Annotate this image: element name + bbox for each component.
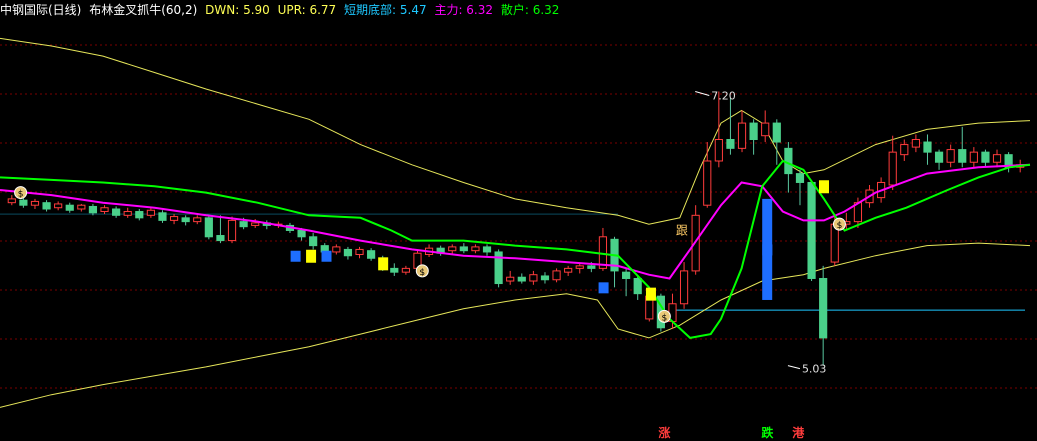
- candle[interactable]: [888, 151, 897, 186]
- candle[interactable]: [482, 246, 492, 253]
- candle[interactable]: [517, 276, 526, 282]
- candle[interactable]: [227, 219, 237, 242]
- signal-bar-blue: [762, 198, 773, 300]
- candle[interactable]: [900, 144, 909, 156]
- candle[interactable]: [7, 198, 16, 204]
- candle[interactable]: [54, 203, 63, 209]
- signal-block-blue: [321, 250, 332, 262]
- candle[interactable]: [193, 217, 202, 223]
- candle[interactable]: [633, 277, 642, 295]
- candle[interactable]: [622, 271, 631, 279]
- candle[interactable]: [88, 205, 98, 214]
- candle[interactable]: [19, 199, 28, 206]
- candle[interactable]: [65, 204, 74, 211]
- rise-marker: 涨: [658, 425, 670, 440]
- candle[interactable]: [714, 139, 723, 162]
- candle[interactable]: [459, 246, 468, 252]
- candle[interactable]: [401, 267, 410, 273]
- candle[interactable]: [958, 149, 967, 163]
- money-bag-symbol: $: [661, 313, 667, 323]
- signal-block-blue: [598, 282, 609, 294]
- candle[interactable]: [726, 139, 735, 149]
- candle[interactable]: [135, 211, 144, 219]
- candle[interactable]: [552, 270, 561, 281]
- follow-marker: 跟: [676, 223, 688, 237]
- candle[interactable]: [772, 122, 781, 143]
- candle[interactable]: [158, 212, 167, 221]
- candlestick-chart[interactable]: $ $ $ $ 跟 7.20 5.03 涨 跌 港: [0, 0, 1037, 441]
- candle[interactable]: [30, 200, 40, 206]
- candle[interactable]: [564, 267, 573, 273]
- candle[interactable]: [992, 154, 1002, 163]
- candle[interactable]: [332, 246, 341, 253]
- candle[interactable]: [77, 204, 86, 210]
- signal-block-yellow: [306, 249, 317, 263]
- signal-block-yellow: [378, 257, 389, 271]
- candle[interactable]: [703, 160, 712, 206]
- candle[interactable]: [506, 276, 515, 282]
- candle[interactable]: [367, 250, 376, 259]
- low-label: 5.03: [802, 363, 827, 376]
- candle[interactable]: [448, 246, 457, 252]
- fall-marker: 跌: [761, 425, 774, 440]
- candle[interactable]: [100, 207, 109, 213]
- candle[interactable]: [784, 147, 793, 175]
- candle[interactable]: [343, 248, 353, 257]
- candle[interactable]: [181, 217, 190, 223]
- candle[interactable]: [981, 151, 990, 163]
- harbor-marker: 港: [792, 425, 805, 440]
- candle[interactable]: [679, 270, 689, 305]
- candle[interactable]: [575, 265, 584, 269]
- candle[interactable]: [216, 235, 225, 242]
- candle[interactable]: [529, 274, 538, 282]
- candle[interactable]: [819, 277, 828, 339]
- candle[interactable]: [737, 122, 747, 149]
- candle[interactable]: [795, 173, 805, 183]
- candle[interactable]: [123, 211, 132, 216]
- candle[interactable]: [749, 122, 758, 141]
- candle[interactable]: [169, 216, 179, 221]
- candle[interactable]: [390, 267, 399, 273]
- candle[interactable]: [204, 217, 213, 238]
- boll-upper-line: [0, 37, 1031, 225]
- candle[interactable]: [251, 222, 260, 226]
- signal-block-yellow: [819, 180, 829, 194]
- low-pointer: [787, 365, 801, 370]
- candle[interactable]: [587, 265, 596, 269]
- candle[interactable]: [934, 151, 944, 163]
- candle[interactable]: [471, 246, 480, 252]
- money-bag-symbol: $: [419, 268, 425, 278]
- candle[interactable]: [911, 139, 920, 148]
- main-force-line: [0, 163, 1031, 280]
- candle[interactable]: [239, 221, 248, 228]
- candle[interactable]: [42, 202, 51, 210]
- money-bag-symbol: $: [837, 221, 843, 231]
- signal-block-yellow: [645, 287, 656, 301]
- candle[interactable]: [807, 181, 816, 279]
- candle[interactable]: [297, 229, 306, 238]
- money-bag-symbol: $: [18, 190, 24, 200]
- candle[interactable]: [946, 149, 955, 163]
- high-pointer: [695, 91, 710, 96]
- candle[interactable]: [969, 151, 978, 163]
- candle[interactable]: [309, 236, 318, 247]
- candle[interactable]: [540, 275, 550, 281]
- retail-line: [0, 159, 1031, 339]
- candle[interactable]: [146, 209, 155, 216]
- candle[interactable]: [761, 122, 770, 137]
- high-label: 7.20: [711, 89, 736, 102]
- boll-lower-line: [0, 242, 1031, 408]
- signal-block-blue: [290, 250, 301, 262]
- candle[interactable]: [112, 208, 121, 216]
- candle[interactable]: [923, 141, 932, 153]
- candle[interactable]: [355, 248, 364, 255]
